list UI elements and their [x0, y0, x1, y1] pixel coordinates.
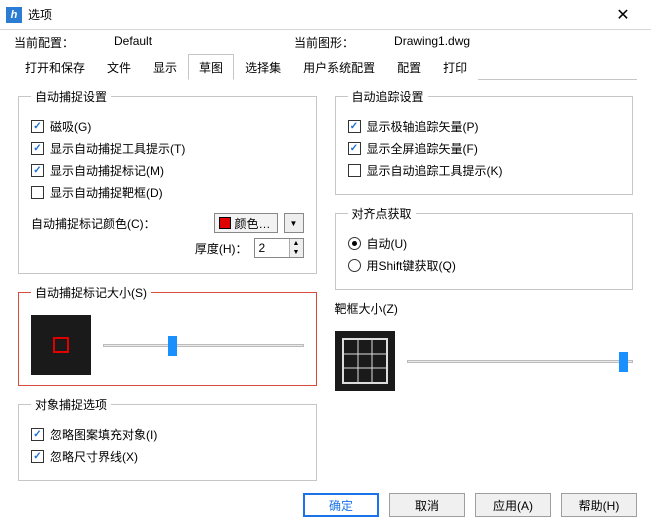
tooltip-checkbox[interactable] [31, 142, 44, 155]
cancel-button[interactable]: 取消 [389, 493, 465, 517]
apply-button[interactable]: 应用(A) [475, 493, 551, 517]
tab-print[interactable]: 打印 [432, 54, 478, 80]
aperture-size-preview [335, 331, 395, 391]
marker-size-preview [31, 315, 91, 375]
polar-track-label: 显示极轴追踪矢量(P) [367, 118, 479, 135]
current-drawing-value: Drawing1.dwg [394, 34, 470, 51]
chevron-down-icon: ▼ [290, 219, 298, 228]
tab-config[interactable]: 配置 [386, 54, 432, 80]
current-drawing-label: 当前图形： [294, 34, 354, 51]
marker-color-button[interactable]: 颜色… [214, 213, 278, 233]
header-info: 当前配置： Default 当前图形： Drawing1.dwg [0, 30, 651, 53]
ignore-dim-checkbox[interactable] [31, 450, 44, 463]
aperture-size-legend: 靶框大小(Z) [335, 300, 402, 317]
thickness-spinner[interactable]: 2 ▲ ▼ [254, 238, 304, 258]
right-column: 自动追踪设置 显示极轴追踪矢量(P) 显示全屏追踪矢量(F) 显示自动追踪工具提… [335, 88, 634, 491]
ignore-hatch-label: 忽略图案填充对象(I) [50, 426, 157, 443]
dialog-footer: 确定 取消 应用(A) 帮助(H) [303, 493, 637, 517]
aperture-grid-icon [342, 338, 388, 384]
thickness-label: 厚度(H)： [31, 240, 248, 257]
ignore-hatch-checkbox[interactable] [31, 428, 44, 441]
tab-display[interactable]: 显示 [142, 54, 188, 80]
color-swatch-icon [219, 217, 231, 229]
osnap-options-legend: 对象捕捉选项 [31, 396, 111, 413]
alignpoint-shift-radio[interactable] [348, 259, 361, 272]
aperture-checkbox[interactable] [31, 186, 44, 199]
tab-file[interactable]: 文件 [96, 54, 142, 80]
marker-label: 显示自动捕捉标记(M) [50, 162, 164, 179]
close-button[interactable]: ✕ [603, 0, 643, 30]
slider-thumb-icon [168, 336, 177, 356]
aperture-size-group: 靶框大小(Z) [335, 300, 634, 401]
help-button[interactable]: 帮助(H) [561, 493, 637, 517]
marker-checkbox[interactable] [31, 164, 44, 177]
alignpoint-auto-label: 自动(U) [367, 235, 408, 252]
help-label: 帮助(H) [579, 497, 620, 514]
marker-color-dropdown[interactable]: ▼ [284, 213, 304, 233]
autosnap-legend: 自动捕捉设置 [31, 88, 111, 105]
marker-size-legend: 自动捕捉标记大小(S) [31, 284, 151, 301]
autotrack-group: 自动追踪设置 显示极轴追踪矢量(P) 显示全屏追踪矢量(F) 显示自动追踪工具提… [335, 88, 634, 195]
tab-selection[interactable]: 选择集 [234, 54, 292, 80]
alignpoint-shift-label: 用Shift键获取(Q) [367, 257, 456, 274]
ok-label: 确定 [329, 497, 353, 514]
slider-thumb-icon [619, 352, 628, 372]
marker-color-label: 自动捕捉标记颜色(C)： [31, 215, 156, 232]
cancel-label: 取消 [415, 497, 439, 514]
window-title: 选项 [28, 6, 52, 23]
polar-track-checkbox[interactable] [348, 120, 361, 133]
tab-user-system[interactable]: 用户系统配置 [292, 54, 386, 80]
autosnap-group: 自动捕捉设置 磁吸(G) 显示自动捕捉工具提示(T) 显示自动捕捉标记(M) 显… [18, 88, 317, 274]
fullscreen-track-checkbox[interactable] [348, 142, 361, 155]
current-config-value: Default [114, 34, 284, 51]
marker-size-slider[interactable] [103, 344, 304, 347]
autotrack-legend: 自动追踪设置 [348, 88, 428, 105]
left-column: 自动捕捉设置 磁吸(G) 显示自动捕捉工具提示(T) 显示自动捕捉标记(M) 显… [18, 88, 317, 491]
close-icon: ✕ [616, 5, 629, 25]
alignpoint-group: 对齐点获取 自动(U) 用Shift键获取(Q) [335, 205, 634, 290]
titlebar: h 选项 ✕ [0, 0, 651, 30]
osnap-options-group: 对象捕捉选项 忽略图案填充对象(I) 忽略尺寸界线(X) [18, 396, 317, 481]
tooltip-label: 显示自动捕捉工具提示(T) [50, 140, 185, 157]
fullscreen-track-label: 显示全屏追踪矢量(F) [367, 140, 478, 157]
ok-button[interactable]: 确定 [303, 493, 379, 517]
thickness-value: 2 [255, 239, 289, 257]
magnet-label: 磁吸(G) [50, 118, 91, 135]
color-button-label: 颜色… [235, 215, 271, 232]
magnet-checkbox[interactable] [31, 120, 44, 133]
alignpoint-auto-radio[interactable] [348, 237, 361, 250]
tab-open-save[interactable]: 打开和保存 [14, 54, 96, 80]
alignpoint-legend: 对齐点获取 [348, 205, 416, 222]
aperture-label: 显示自动捕捉靶框(D) [50, 184, 163, 201]
marker-preview-icon [53, 337, 69, 353]
ignore-dim-label: 忽略尺寸界线(X) [50, 448, 138, 465]
track-tooltip-checkbox[interactable] [348, 164, 361, 177]
tab-content: 自动捕捉设置 磁吸(G) 显示自动捕捉工具提示(T) 显示自动捕捉标记(M) 显… [0, 80, 651, 495]
apply-label: 应用(A) [493, 497, 533, 514]
current-config-label: 当前配置： [14, 34, 74, 51]
tab-strip: 打开和保存 文件 显示 草图 选择集 用户系统配置 配置 打印 [14, 53, 637, 80]
marker-size-group: 自动捕捉标记大小(S) [18, 284, 317, 386]
tab-draft[interactable]: 草图 [188, 54, 234, 80]
spinner-up-icon[interactable]: ▲ [290, 239, 303, 248]
aperture-size-slider[interactable] [407, 360, 634, 363]
app-icon: h [6, 7, 22, 23]
track-tooltip-label: 显示自动追踪工具提示(K) [367, 162, 503, 179]
spinner-down-icon[interactable]: ▼ [290, 248, 303, 257]
